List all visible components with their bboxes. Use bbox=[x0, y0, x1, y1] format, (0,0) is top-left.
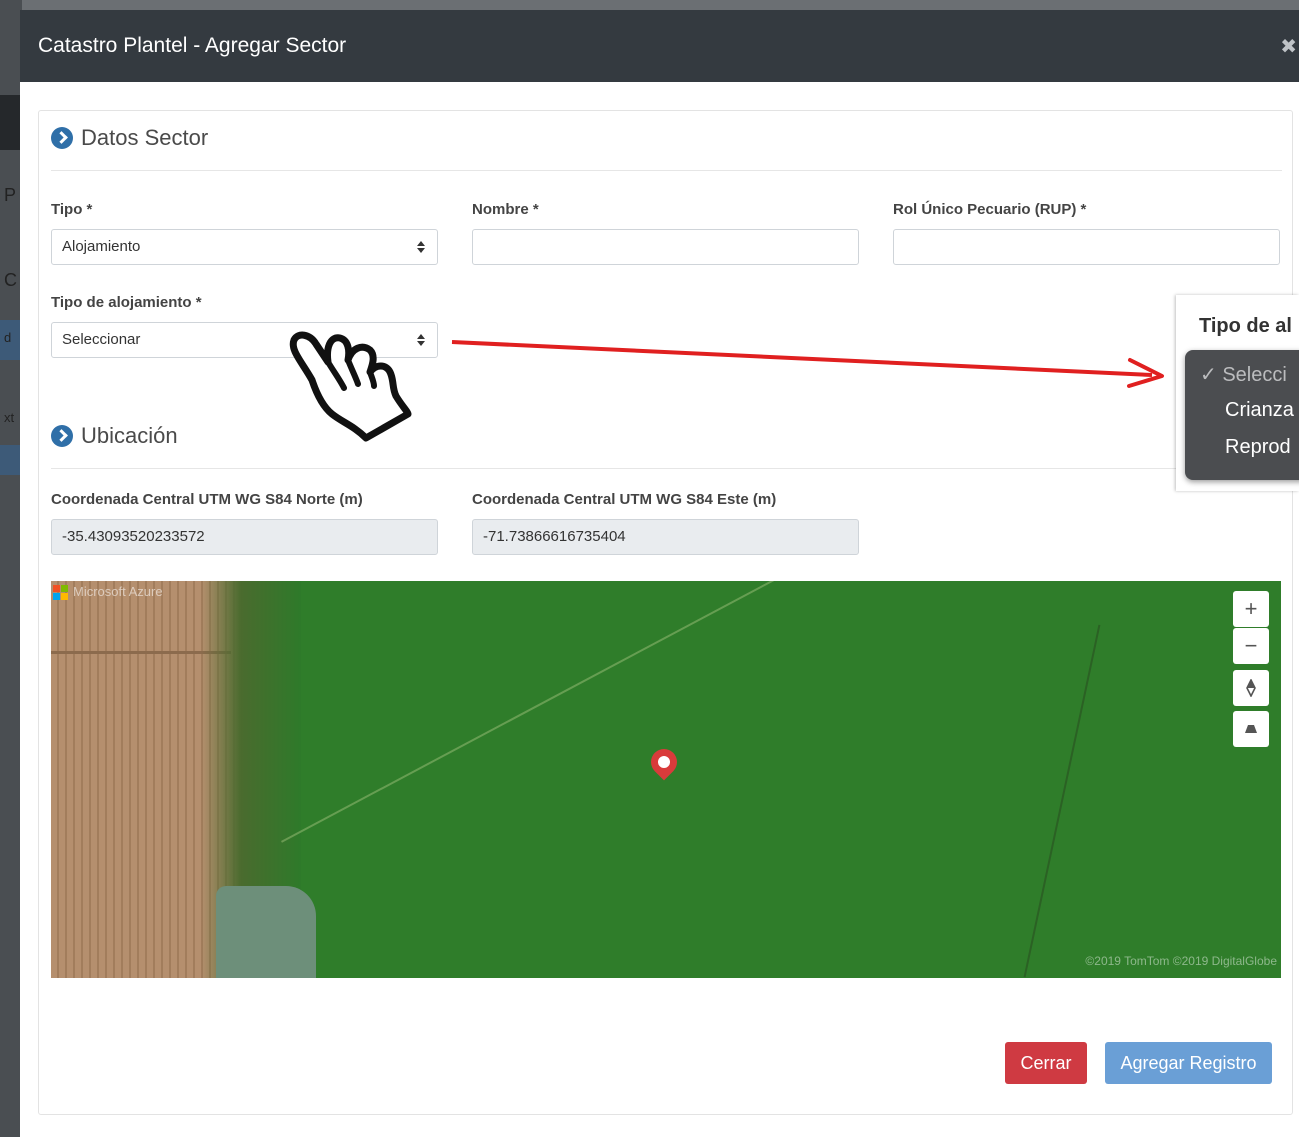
pitch-icon[interactable] bbox=[1233, 711, 1269, 747]
rup-input[interactable] bbox=[893, 229, 1280, 265]
background-text: xt bbox=[4, 410, 15, 425]
form-panel: Datos Sector Tipo * Alojamiento Nombre *… bbox=[38, 110, 1293, 1115]
map-marker-icon[interactable] bbox=[645, 743, 683, 781]
section-ubicacion: Ubicación bbox=[51, 423, 178, 449]
zoom-in-button[interactable]: + bbox=[1233, 591, 1269, 627]
compass-icon[interactable] bbox=[1233, 670, 1269, 706]
nombre-label: Nombre * bbox=[472, 201, 539, 218]
tipo-label: Tipo * bbox=[51, 201, 93, 218]
select-arrows-icon bbox=[417, 332, 425, 350]
dropdown-menu: ✓ Selecci Crianza Reprod bbox=[1185, 350, 1299, 480]
map-path bbox=[281, 581, 830, 843]
agregar-registro-button[interactable]: Agregar Registro bbox=[1105, 1042, 1272, 1084]
background-band bbox=[0, 445, 22, 475]
section-datos-sector: Datos Sector bbox=[51, 125, 208, 151]
dropdown-option-seleccionar[interactable]: ✓ Selecci bbox=[1200, 362, 1287, 387]
callout-label: Tipo de al bbox=[1199, 315, 1292, 337]
section-title: Datos Sector bbox=[81, 125, 209, 150]
dropdown-option-crianza[interactable]: Crianza bbox=[1225, 399, 1294, 422]
map-path bbox=[1023, 624, 1101, 978]
zoom-out-button[interactable]: − bbox=[1233, 628, 1269, 664]
tipo-alojamiento-select-value: Seleccionar bbox=[62, 331, 141, 348]
background-text: d bbox=[4, 330, 12, 345]
map-pond bbox=[216, 886, 316, 978]
dropdown-callout: Tipo de al ✓ Selecci Crianza Reprod bbox=[1176, 295, 1299, 491]
annotation-arrow bbox=[451, 340, 1164, 388]
pointing-hand-icon bbox=[289, 331, 412, 442]
map-copyright: ©2019 TomTom ©2019 DigitalGlobe bbox=[1085, 954, 1277, 968]
rup-label: Rol Único Pecuario (RUP) * bbox=[893, 201, 1087, 218]
microsoft-logo-icon bbox=[53, 585, 69, 601]
background-text: C bbox=[4, 270, 17, 290]
este-input[interactable]: -71.73866616735404 bbox=[472, 519, 859, 555]
tipo-select-value: Alojamiento bbox=[62, 238, 141, 255]
chevron-circle-right-icon bbox=[51, 425, 73, 447]
tipo-select[interactable]: Alojamiento bbox=[51, 229, 438, 265]
map-brand: Microsoft Azure bbox=[73, 584, 163, 599]
background-page: P C d xt bbox=[0, 0, 22, 1137]
chevron-circle-right-icon bbox=[51, 127, 73, 149]
select-arrows-icon bbox=[417, 239, 425, 257]
nombre-input[interactable] bbox=[472, 229, 859, 265]
cerrar-button[interactable]: Cerrar bbox=[1005, 1042, 1087, 1084]
background-band bbox=[0, 95, 22, 150]
background-text: P bbox=[4, 185, 17, 205]
dropdown-option-reproduccion[interactable]: Reprod bbox=[1225, 436, 1291, 459]
tipo-alojamiento-label: Tipo de alojamiento * bbox=[51, 294, 202, 311]
add-sector-modal: Catastro Plantel - Agregar Sector ✖ Dato… bbox=[20, 10, 1299, 1137]
close-icon[interactable]: ✖ bbox=[1280, 34, 1297, 59]
modal-title: Catastro Plantel - Agregar Sector bbox=[38, 34, 347, 57]
norte-label: Coordenada Central UTM WG S84 Norte (m) bbox=[51, 491, 363, 508]
norte-input[interactable]: -35.43093520233572 bbox=[51, 519, 438, 555]
divider bbox=[51, 170, 1282, 171]
section-title: Ubicación bbox=[81, 423, 178, 448]
divider bbox=[51, 468, 1282, 469]
satellite-map[interactable]: Microsoft Azure ©2019 TomTom ©2019 Digit… bbox=[51, 581, 1281, 978]
este-label: Coordenada Central UTM WG S84 Este (m) bbox=[472, 491, 777, 508]
modal-header: Catastro Plantel - Agregar Sector ✖ bbox=[20, 10, 1299, 82]
